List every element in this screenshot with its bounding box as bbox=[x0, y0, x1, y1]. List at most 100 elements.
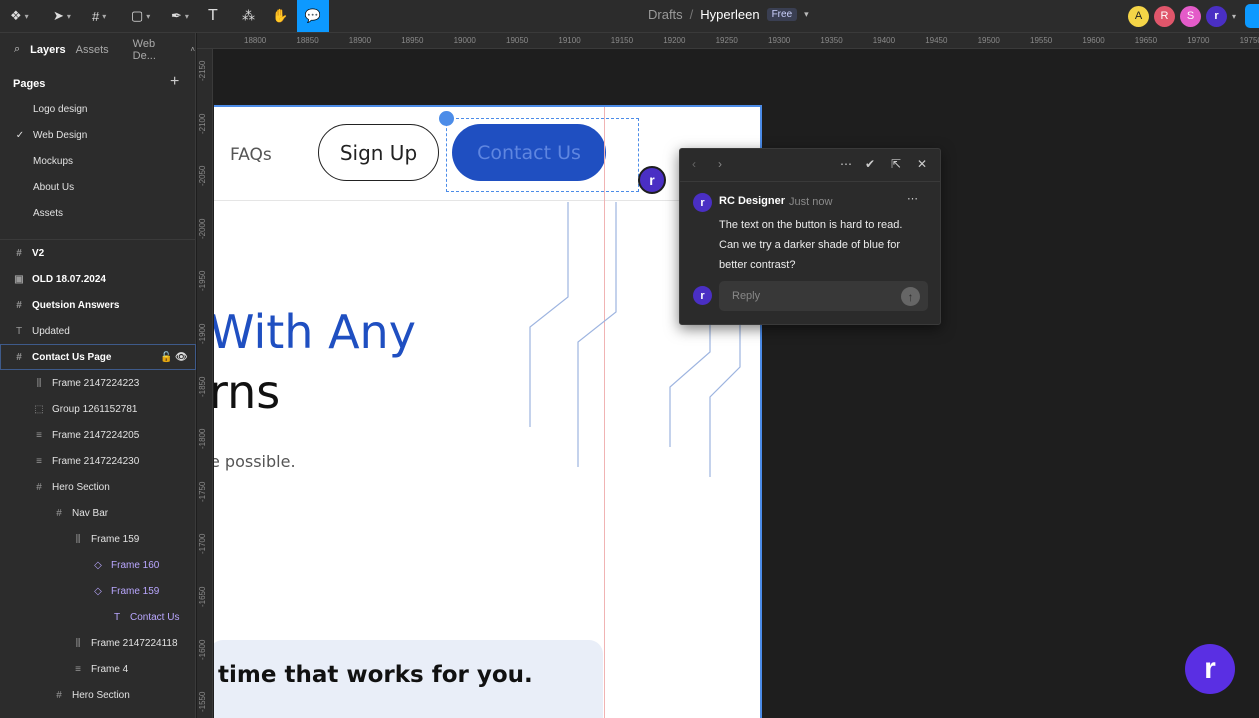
toolbar: ❖ ▾ ➤ ▾ # ▾ ▢ ▾ ✒ ▾ T ⁂ ✋ 💬 Drafts / Hyperlee… bbox=[0, 0, 1259, 33]
ruler-tick-label: 19400 bbox=[872, 36, 896, 45]
chevron-down-icon[interactable]: ▾ bbox=[1232, 12, 1236, 21]
layer-item[interactable]: ◇ Frame 159 bbox=[0, 578, 196, 604]
comment-more-icon[interactable]: ⋯ bbox=[907, 192, 918, 205]
hero-headline-line2: rns bbox=[214, 365, 281, 419]
eye-icon[interactable]: 👁 bbox=[175, 352, 188, 363]
ruler-tick-label: 19300 bbox=[768, 36, 791, 45]
add-page-icon[interactable]: + bbox=[170, 73, 179, 91]
ruler-tick-label: 19350 bbox=[820, 36, 843, 45]
chevron-up-icon[interactable]: ˄ bbox=[190, 45, 195, 54]
tab-assets[interactable]: Assets bbox=[76, 44, 109, 56]
ruler-tick-label: -1850 bbox=[198, 376, 207, 397]
layer-label: Contact Us Page bbox=[32, 351, 112, 363]
section-icon: ▣ bbox=[14, 273, 24, 285]
layer-item[interactable]: # Hero Section bbox=[0, 474, 196, 500]
close-icon[interactable]: ✕ bbox=[917, 157, 927, 171]
unlock-icon[interactable]: 🔓 bbox=[160, 352, 172, 363]
shape-tool-button[interactable]: ▢ ▾ bbox=[131, 0, 150, 32]
layer-item[interactable]: ⬚ Group 1261152781 bbox=[0, 396, 196, 422]
comment-author: RC Designer bbox=[719, 195, 786, 207]
hand-tool-button[interactable]: ✋ bbox=[272, 0, 288, 32]
search-icon[interactable]: ⌕ bbox=[14, 43, 20, 56]
panel-tabs: ⌕ Layers Assets Web De... ˄ bbox=[0, 33, 195, 67]
layer-label: Updated bbox=[32, 325, 70, 337]
resolve-check-icon[interactable]: ✔ bbox=[865, 157, 875, 171]
move-tool-button[interactable]: ➤ ▾ bbox=[53, 0, 71, 32]
ruler-tick-label: -1800 bbox=[198, 428, 207, 450]
ruler-tick-label: 19600 bbox=[1082, 36, 1105, 45]
chevron-right-icon[interactable]: › bbox=[718, 157, 722, 171]
chevron-down-icon: ▾ bbox=[146, 11, 151, 21]
frame-icon: # bbox=[36, 481, 42, 493]
page-item[interactable]: Assets bbox=[0, 200, 196, 226]
ruler-tick-label: 19700 bbox=[1187, 36, 1210, 45]
more-icon[interactable]: ⋯ bbox=[840, 157, 852, 171]
layer-item[interactable]: ≡ Frame 2147224230 bbox=[0, 448, 196, 474]
layer-item[interactable]: T Contact Us bbox=[0, 604, 196, 630]
layer-label: Frame 2147224118 bbox=[91, 637, 178, 649]
share-button[interactable] bbox=[1245, 4, 1259, 28]
reply-field[interactable]: ↑ bbox=[719, 281, 928, 311]
ruler-tick-label: 19250 bbox=[715, 36, 738, 45]
ruler-tick-label: -1750 bbox=[198, 481, 207, 502]
page-item[interactable]: ✓ Web Design bbox=[0, 122, 196, 148]
avatar[interactable]: S bbox=[1179, 5, 1201, 27]
page-item[interactable]: About Us bbox=[0, 174, 196, 200]
page-label: About Us bbox=[33, 181, 75, 193]
ruler-tick-label: -2100 bbox=[198, 113, 207, 134]
chevron-left-icon[interactable]: ‹ bbox=[692, 157, 696, 171]
frame-tool-button[interactable]: # ▾ bbox=[92, 0, 106, 32]
ruler-tick-label: 19150 bbox=[610, 36, 634, 45]
comment-header: ‹ › ⋯ ✔ ⇱ ✕ bbox=[680, 149, 940, 182]
ruler-tick-label: -1700 bbox=[198, 533, 207, 555]
comment-pin-avatar[interactable]: r bbox=[638, 166, 666, 194]
layer-item[interactable]: # Hero Section bbox=[0, 682, 196, 708]
text-tool-button[interactable]: T bbox=[208, 0, 218, 32]
reply-input[interactable] bbox=[719, 281, 889, 311]
page-item[interactable]: Logo design bbox=[0, 96, 196, 122]
avatar[interactable]: r bbox=[1205, 5, 1227, 27]
selection-handle[interactable] bbox=[439, 111, 454, 126]
ruler-tick-label: 19550 bbox=[1030, 36, 1053, 45]
ruler-tick-label: 19000 bbox=[453, 36, 476, 45]
tab-layers[interactable]: Layers bbox=[30, 44, 65, 56]
page-item[interactable]: Mockups bbox=[0, 148, 196, 174]
page-picker[interactable]: Web De... bbox=[133, 38, 181, 62]
horizontal-ruler: 18800 18850 18900 18950 19000 19050 19100 19150… bbox=[197, 33, 1259, 49]
layer-item[interactable]: T Updated bbox=[0, 318, 196, 344]
layer-item[interactable]: ▣ OLD 18.07.2024 bbox=[0, 266, 196, 292]
layer-item[interactable]: ⫼ Frame 2147224118 bbox=[0, 630, 196, 656]
layer-item[interactable]: ≡ Frame 2147224205 bbox=[0, 422, 196, 448]
ruler-tick-label: 19050 bbox=[506, 36, 529, 45]
resources-button[interactable]: ⁂ bbox=[242, 0, 255, 32]
layer-item[interactable]: ⫼ Frame 2147224223 bbox=[0, 370, 196, 396]
chevron-down-icon[interactable]: ▾ bbox=[804, 9, 809, 20]
comment-time: Just now bbox=[789, 196, 833, 208]
page-label: Assets bbox=[33, 207, 64, 219]
file-name[interactable]: Hyperleen bbox=[700, 7, 759, 22]
selection-box[interactable] bbox=[446, 118, 639, 192]
avatar[interactable]: A bbox=[1127, 5, 1149, 27]
page-label: Web Design bbox=[33, 129, 88, 141]
schedule-card-text: time that works for you. bbox=[218, 662, 533, 688]
send-arrow-icon[interactable]: ↑ bbox=[901, 287, 920, 306]
layer-item-selected[interactable]: # Contact Us Page 🔓 👁 bbox=[0, 344, 196, 370]
auto-layout-icon: ⫼ bbox=[75, 533, 81, 545]
avatar[interactable]: R bbox=[1153, 5, 1175, 27]
layer-item[interactable]: # Quetsion Answers bbox=[0, 292, 196, 318]
layer-item[interactable]: # V2 bbox=[0, 240, 196, 266]
author-avatar: r bbox=[693, 193, 712, 212]
drafts-link[interactable]: Drafts bbox=[648, 7, 683, 22]
comment-thread: ‹ › ⋯ ✔ ⇱ ✕ r RC Designer Just now ⋯ The… bbox=[679, 148, 941, 325]
comment-tool-button[interactable]: 💬 bbox=[297, 0, 329, 32]
layer-item[interactable]: # Nav Bar bbox=[0, 500, 196, 526]
layer-item[interactable]: ◇ Frame 160 bbox=[0, 552, 196, 578]
main-menu-button[interactable]: ❖ ▾ bbox=[10, 0, 29, 32]
layer-item[interactable]: ⫼ Frame 159 bbox=[0, 526, 196, 552]
frame-icon: # bbox=[16, 247, 22, 259]
pen-tool-button[interactable]: ✒ ▾ bbox=[171, 0, 189, 32]
layer-item[interactable]: ≡ Frame 4 bbox=[0, 656, 196, 682]
layer-label: Frame 2147224205 bbox=[52, 429, 140, 441]
brand-logo-badge[interactable]: r bbox=[1185, 644, 1235, 694]
popout-icon[interactable]: ⇱ bbox=[891, 157, 901, 171]
